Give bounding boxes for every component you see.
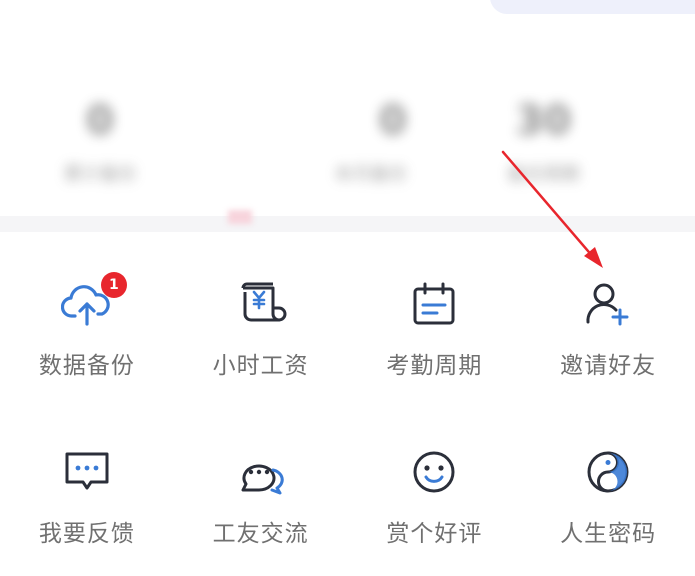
tool-hourly-wage[interactable]: 小时工资	[174, 232, 348, 404]
tool-life-code[interactable]: 人生密码	[521, 404, 695, 576]
notification-badge: 1	[100, 272, 127, 298]
yin-yang-icon	[580, 444, 636, 500]
stat-value: 30	[515, 98, 572, 144]
tool-label: 赏个好评	[386, 521, 483, 547]
tool-rate-app[interactable]: 赏个好评	[348, 404, 522, 576]
top-pill-button[interactable]	[490, 0, 695, 14]
stat-label: 备份周期	[507, 164, 580, 185]
tool-label: 小时工资	[212, 353, 309, 379]
tool-label: 考勤周期	[386, 353, 483, 379]
tools-grid: 1 数据备份 小时工资 考勤周期 邀请好友 我要反馈 工友交流 赏个好评 人生密…	[0, 232, 695, 576]
smile-icon	[406, 444, 462, 500]
stat-label: 本月备份	[334, 164, 407, 185]
tool-label: 工友交流	[212, 521, 309, 547]
tool-label: 邀请好友	[560, 353, 657, 379]
decorative-mark	[228, 210, 252, 224]
feedback-chat-icon	[59, 444, 115, 500]
chat-bubbles-icon	[233, 444, 289, 500]
tool-label: 人生密码	[560, 521, 657, 547]
stats-summary: 0 累计备份 0 本月备份 30 备份周期	[0, 60, 695, 220]
tool-label: 数据备份	[38, 353, 135, 379]
tool-attendance-cycle[interactable]: 考勤周期	[348, 232, 522, 404]
stat-item: 0 累计备份	[0, 60, 232, 220]
section-divider	[0, 216, 695, 232]
stat-value: 0	[378, 98, 407, 144]
tool-label: 我要反馈	[38, 521, 135, 547]
tools-row: 我要反馈 工友交流 赏个好评 人生密码	[0, 404, 695, 576]
tools-row: 1 数据备份 小时工资 考勤周期 邀请好友	[0, 232, 695, 404]
calendar-icon	[406, 276, 462, 332]
stat-item: 30 备份周期	[463, 60, 695, 220]
yuan-scroll-icon	[233, 276, 289, 332]
tool-feedback[interactable]: 我要反馈	[0, 404, 174, 576]
tool-data-backup[interactable]: 1 数据备份	[0, 232, 174, 404]
add-user-icon	[580, 276, 636, 332]
tool-worker-chat[interactable]: 工友交流	[174, 404, 348, 576]
cloud-upload-icon: 1	[59, 272, 127, 332]
stat-label: 累计备份	[64, 164, 136, 185]
tool-invite-friends[interactable]: 邀请好友	[521, 232, 695, 404]
stat-item: 0 本月备份	[232, 60, 464, 220]
stat-value: 0	[86, 98, 114, 144]
